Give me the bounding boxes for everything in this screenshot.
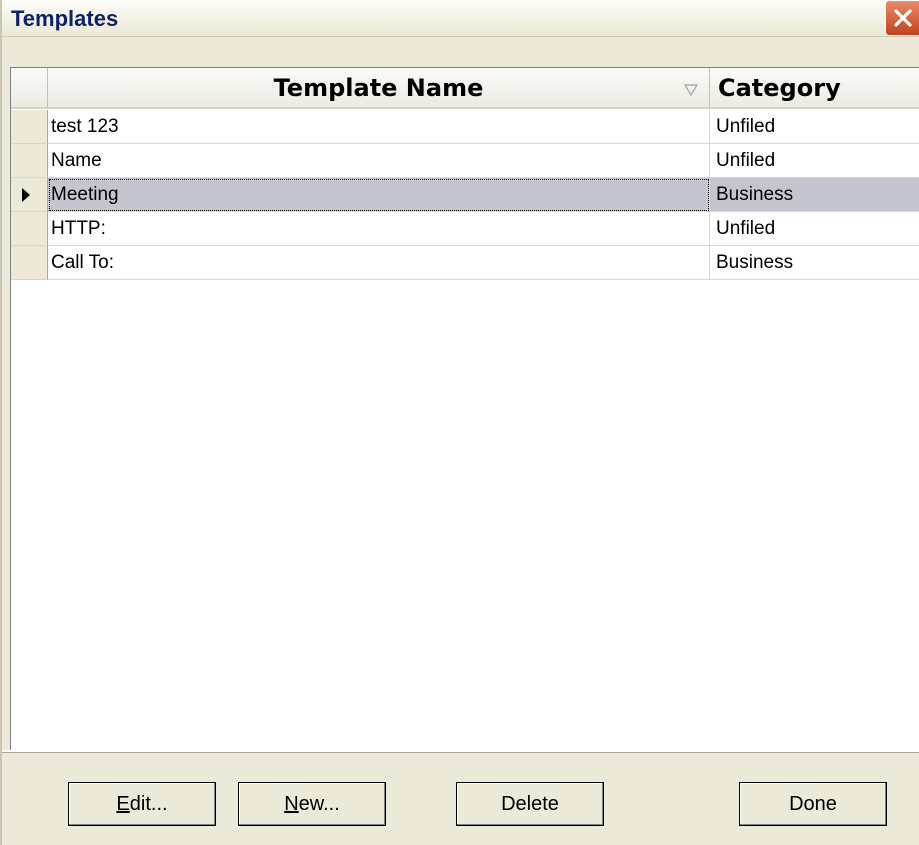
done-button[interactable]: Done [739,782,887,826]
category-cell[interactable]: Unfiled [710,144,919,178]
row-selector[interactable] [11,178,48,212]
column-header-template-name[interactable]: Template Name [48,68,710,109]
delete-button-label: Delete [501,792,559,815]
done-button-label: Done [789,792,837,815]
category-cell[interactable]: Unfiled [710,212,919,246]
row-selector[interactable] [11,246,48,280]
column-header-label: Template Name [273,73,484,102]
template-name-cell[interactable]: Meeting [48,178,710,212]
edit-button[interactable]: Edit... [68,782,216,826]
table-row[interactable]: HTTP: Unfiled [11,212,919,246]
delete-button[interactable]: Delete [456,782,604,826]
category-cell[interactable]: Business [710,246,919,280]
table-row[interactable]: Name Unfiled [11,144,919,178]
new-button[interactable]: New... [238,782,386,826]
current-row-pointer-icon [22,188,30,202]
edit-button-mnemonic: E [116,792,130,815]
table-row-selected[interactable]: Meeting Business [11,178,919,212]
close-icon [894,9,912,27]
title-bar[interactable]: Templates [2,0,919,37]
templates-grid[interactable]: Template Name Category test 123 Unfiled … [10,67,919,750]
table-row[interactable]: Call To: Business [11,246,919,280]
grid-header: Template Name Category [11,68,919,110]
row-selector-header [11,68,48,109]
table-row[interactable]: test 123 Unfiled [11,110,919,144]
new-button-label: ew... [298,792,340,815]
column-header-label: Category [718,73,841,102]
category-cell[interactable]: Business [710,178,919,212]
column-header-category[interactable]: Category [710,68,919,109]
category-cell[interactable]: Unfiled [710,110,919,144]
new-button-mnemonic: N [284,792,299,815]
row-selector[interactable] [11,212,48,246]
template-name-cell[interactable]: Call To: [48,246,710,280]
edit-button-label: dit... [129,792,168,815]
template-name-cell[interactable]: test 123 [48,110,710,144]
template-name-cell[interactable]: HTTP: [48,212,710,246]
button-panel: Edit... New... Delete Done [2,750,919,845]
row-selector[interactable] [11,110,48,144]
row-selector[interactable] [11,144,48,178]
window-title: Templates [11,6,119,31]
close-button[interactable] [885,0,919,36]
sort-descending-icon [684,84,698,96]
template-name-cell[interactable]: Name [48,144,710,178]
templates-dialog: Templates Template Name Category test 12… [0,0,919,845]
